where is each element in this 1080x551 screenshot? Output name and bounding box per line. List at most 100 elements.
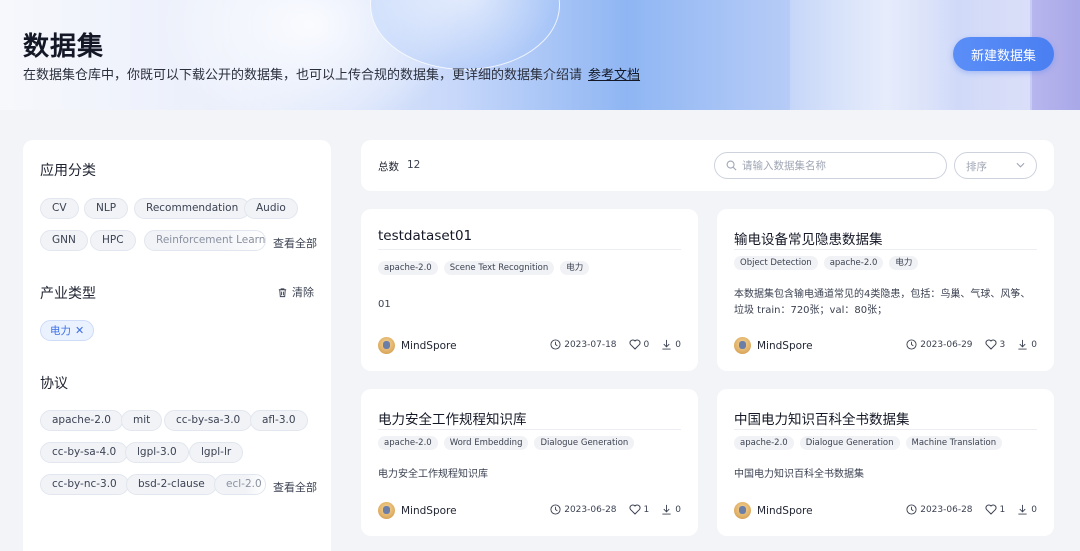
- dataset-card-footer: MindSpore 2023-06-28 1 0: [734, 502, 1037, 520]
- app-category-chip[interactable]: Audio: [244, 198, 298, 219]
- heart-icon[interactable]: [985, 504, 997, 515]
- app-category-chip[interactable]: NLP: [84, 198, 129, 219]
- heart-icon[interactable]: [985, 339, 997, 350]
- dataset-card-title[interactable]: 输电设备常见隐患数据集: [734, 228, 883, 248]
- close-icon[interactable]: ✕: [75, 324, 84, 337]
- dataset-card-tags: Object Detection apache-2.0 电力: [734, 256, 919, 270]
- dataset-card-tags: apache-2.0 Dialogue Generation Machine T…: [734, 436, 1003, 450]
- app-category-chip[interactable]: GNN: [40, 230, 88, 251]
- page-title: 数据集: [23, 32, 105, 62]
- tag: 电力: [560, 261, 590, 275]
- dataset-card[interactable]: 输电设备常见隐患数据集 Object Detection apache-2.0 …: [717, 209, 1054, 371]
- app-category-chip[interactable]: CV: [40, 198, 79, 219]
- download-count: 0: [675, 504, 681, 515]
- license-chip[interactable]: bsd-2-clause: [126, 474, 217, 495]
- heart-icon[interactable]: [629, 339, 641, 350]
- filter-panel: 应用分类 CV NLP Recommendation Audio GNN HPC…: [23, 140, 331, 551]
- license-chip[interactable]: afl-3.0: [250, 410, 308, 431]
- owner: MindSpore: [378, 502, 457, 519]
- clock-icon: [550, 504, 561, 515]
- tag: Dialogue Generation: [534, 436, 635, 450]
- dataset-card-title[interactable]: testdataset01: [378, 228, 472, 244]
- app-category-chip[interactable]: HPC: [90, 230, 136, 251]
- search-icon: [726, 160, 737, 171]
- divider: [734, 429, 1037, 430]
- download-count: 0: [1031, 504, 1037, 515]
- app-category-chip[interactable]: Recommendation: [134, 198, 251, 219]
- download-icon[interactable]: [1017, 504, 1028, 515]
- reference-docs-link[interactable]: 参考文档: [588, 68, 640, 83]
- license-chip[interactable]: cc-by-sa-3.0: [164, 410, 253, 431]
- owner: MindSpore: [378, 337, 457, 354]
- download-count: 0: [1031, 339, 1037, 350]
- license-chip[interactable]: apache-2.0: [40, 410, 123, 431]
- license-chip[interactable]: cc-by-sa-4.0: [40, 442, 129, 463]
- dataset-card-description: 01: [378, 299, 391, 310]
- page-banner: 数据集 在数据集仓库中，你既可以下载公开的数据集，也可以上传合规的数据集，更详细…: [0, 0, 1080, 110]
- new-dataset-button[interactable]: 新建数据集: [953, 37, 1054, 71]
- dataset-card-tags: apache-2.0 Word Embedding Dialogue Gener…: [378, 436, 635, 450]
- dataset-card-description: 本数据集包含输电通道常见的4类隐患，包括：鸟巢、气球、风筝、垃圾 train：7…: [734, 289, 1031, 316]
- owner: MindSpore: [734, 337, 813, 354]
- dataset-card[interactable]: 中国电力知识百科全书数据集 apache-2.0 Dialogue Genera…: [717, 389, 1054, 536]
- app-category-see-all[interactable]: 查看全部: [273, 235, 317, 251]
- total-count: 12: [407, 159, 421, 171]
- app-category-chip[interactable]: Reinforcement Learning: [144, 230, 266, 251]
- dataset-card[interactable]: 电力安全工作规程知识库 apache-2.0 Word Embedding Di…: [361, 389, 698, 536]
- owner-name: MindSpore: [757, 504, 813, 517]
- search-box[interactable]: [714, 152, 947, 179]
- dataset-card-tags: apache-2.0 Scene Text Recognition 电力: [378, 261, 590, 275]
- divider: [378, 429, 681, 430]
- download-icon[interactable]: [661, 504, 672, 515]
- tag: Object Detection: [734, 256, 818, 270]
- dataset-date: 2023-07-18: [564, 339, 617, 350]
- list-toolbar: 总数 12 排序: [361, 140, 1054, 191]
- dataset-date: 2023-06-28: [564, 504, 617, 515]
- license-chip[interactable]: mit: [121, 410, 163, 431]
- sort-label: 排序: [966, 161, 987, 173]
- owner-name: MindSpore: [757, 339, 813, 352]
- clock-icon: [906, 339, 917, 350]
- download-icon[interactable]: [661, 339, 672, 350]
- dataset-card-footer: MindSpore 2023-06-29 3 0: [734, 337, 1037, 355]
- tag: apache-2.0: [734, 436, 794, 450]
- license-chip[interactable]: lgpl-lr: [189, 442, 244, 463]
- dataset-card[interactable]: testdataset01 apache-2.0 Scene Text Reco…: [361, 209, 698, 371]
- industry-selected-label: 电力: [50, 325, 71, 337]
- sort-select[interactable]: 排序: [954, 152, 1037, 179]
- dataset-card-title[interactable]: 电力安全工作规程知识库: [378, 408, 527, 428]
- trash-icon: [278, 287, 287, 297]
- search-input[interactable]: [742, 157, 938, 175]
- dataset-card-meta: 2023-07-18 0 0: [550, 339, 681, 350]
- divider: [734, 249, 1037, 250]
- dataset-card-footer: MindSpore 2023-06-28 1 0: [378, 502, 681, 520]
- dataset-card-title[interactable]: 中国电力知识百科全书数据集: [734, 408, 910, 428]
- avatar: [378, 502, 395, 519]
- dataset-card-meta: 2023-06-28 1 0: [550, 504, 681, 515]
- license-title: 协议: [40, 376, 68, 392]
- clear-industry-button[interactable]: 清除: [277, 284, 314, 300]
- tag: Machine Translation: [905, 436, 1003, 450]
- license-see-all[interactable]: 查看全部: [273, 479, 317, 495]
- avatar: [734, 502, 751, 519]
- industry-selected-chip[interactable]: 电力 ✕: [40, 320, 95, 341]
- divider: [378, 249, 681, 250]
- app-category-title: 应用分类: [40, 163, 96, 179]
- dataset-card-footer: MindSpore 2023-07-18 0 0: [378, 337, 681, 355]
- dataset-card-meta: 2023-06-29 3 0: [906, 339, 1037, 350]
- tag: 电力: [889, 256, 919, 270]
- like-count: 1: [999, 504, 1006, 515]
- heart-icon[interactable]: [629, 504, 641, 515]
- page-description-text: 在数据集仓库中，你既可以下载公开的数据集，也可以上传合规的数据集，更详细的数据集…: [23, 68, 583, 83]
- owner-name: MindSpore: [401, 339, 457, 352]
- license-chip[interactable]: cc-by-nc-3.0: [40, 474, 129, 495]
- dataset-card-description: 中国电力知识百科全书数据集: [734, 469, 864, 480]
- download-icon[interactable]: [1017, 339, 1028, 350]
- dataset-date: 2023-06-29: [920, 339, 973, 350]
- license-chip[interactable]: lgpl-3.0: [125, 442, 189, 463]
- owner: MindSpore: [734, 502, 813, 519]
- clock-icon: [550, 339, 561, 350]
- total-label: 总数: [378, 161, 399, 173]
- tag: apache-2.0: [823, 256, 884, 270]
- license-chip[interactable]: ecl-2.0: [214, 474, 266, 495]
